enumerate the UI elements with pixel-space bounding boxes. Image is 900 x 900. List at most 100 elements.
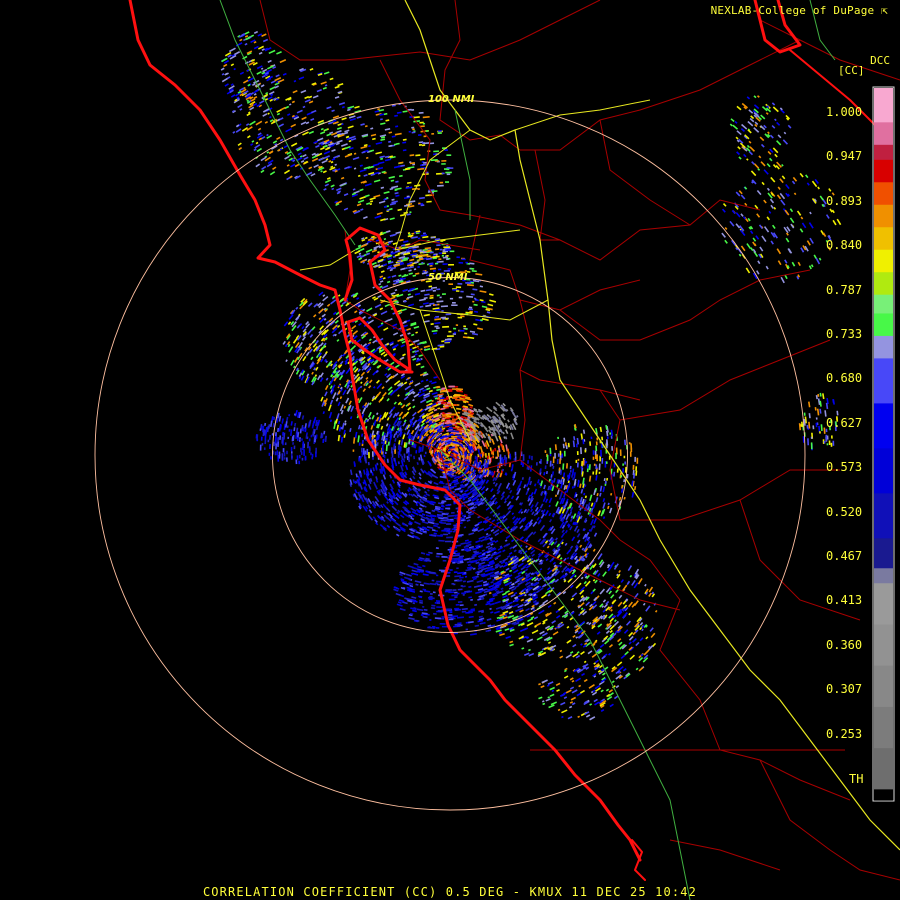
radar-echo-pixel — [441, 254, 444, 257]
radar-echo-pixel — [441, 555, 446, 558]
radar-echo-pixel — [472, 300, 475, 303]
radar-echo-pixel — [446, 523, 452, 525]
radar-echo-pixel — [292, 442, 294, 445]
radar-echo-pixel — [635, 466, 638, 471]
radar-echo-pixel — [445, 249, 451, 251]
radar-echo-pixel — [293, 445, 296, 450]
radar-echo-pixel — [411, 108, 415, 111]
radar-echo-pixel — [470, 454, 473, 457]
radar-echo-pixel — [431, 453, 433, 457]
radar-echo-pixel — [449, 297, 454, 300]
radar-echo-pixel — [441, 172, 445, 175]
radar-echo-pixel — [551, 463, 554, 466]
radar-echo-pixel — [445, 504, 450, 507]
radar-echo-pixel — [410, 454, 412, 457]
radar-echo-pixel — [453, 394, 456, 397]
radar-echo-pixel — [586, 464, 589, 469]
radar-echo-pixel — [444, 168, 448, 170]
radar-echo-pixel — [299, 437, 301, 440]
radar-echo-pixel — [504, 455, 506, 459]
radar-echo-pixel — [364, 450, 367, 455]
radar-echo-pixel — [509, 455, 512, 460]
radar-echo-pixel — [435, 574, 439, 577]
radar-echo-pixel — [539, 461, 541, 464]
radar-echo-pixel — [445, 171, 452, 174]
radar-echo-pixel — [436, 294, 440, 297]
radar-echo-pixel — [455, 324, 459, 326]
radar-echo-pixel — [456, 256, 460, 259]
radar-echo-pixel — [408, 130, 411, 133]
radar-echo-pixel — [304, 455, 307, 461]
radar-echo-pixel — [444, 149, 448, 151]
radar-echo-pixel — [514, 451, 517, 456]
radar-echo-pixel — [531, 455, 533, 461]
radar-echo-pixel — [452, 397, 458, 399]
radar-echo-pixel — [422, 122, 426, 125]
radar-echo-pixel — [485, 453, 487, 458]
radar-echo-pixel — [452, 418, 458, 421]
radar-echo-pixel — [442, 559, 447, 562]
radar-echo-pixel — [576, 462, 579, 468]
radar-echo-pixel — [522, 454, 525, 461]
radar-echo-pixel — [433, 150, 439, 153]
radar-echo-pixel — [447, 466, 450, 468]
radar-echo-pixel — [549, 460, 552, 467]
radar-echo-pixel — [430, 595, 433, 598]
radar-echo-pixel — [447, 401, 452, 404]
radar-echo-pixel — [429, 619, 432, 621]
radar-echo-pixel — [615, 452, 617, 460]
radar-echo-pixel — [421, 261, 424, 264]
radar-echo-pixel — [278, 454, 281, 459]
radar-echo-pixel — [535, 462, 538, 466]
radar-echo-pixel — [366, 448, 369, 455]
radar-echo-pixel — [415, 450, 418, 454]
radar-echo-pixel — [352, 449, 355, 452]
radar-echo-pixel — [449, 611, 453, 614]
radar-echo-pixel — [435, 248, 440, 251]
radar-echo-pixel — [440, 519, 448, 522]
radar-echo-pixel — [457, 404, 460, 406]
radar-echo-pixel — [310, 452, 312, 456]
radar-echo-pixel — [569, 465, 572, 470]
radar-echo-pixel — [274, 451, 277, 456]
radar-echo-pixel — [298, 460, 301, 465]
radar-echo-pixel — [446, 414, 450, 417]
radar-echo-pixel — [499, 457, 502, 464]
radar-echo-pixel — [552, 456, 555, 464]
radar-echo-pixel — [478, 452, 481, 456]
radar-echo-pixel — [298, 439, 301, 442]
radar-echo-pixel — [267, 439, 270, 443]
radar-echo-pixel — [310, 434, 313, 438]
radar-echo-pixel — [576, 451, 579, 456]
radar-echo-pixel — [276, 450, 279, 456]
radar-echo-pixel — [424, 451, 427, 455]
radar-echo-pixel — [456, 567, 459, 570]
radar-echo-pixel — [428, 626, 431, 629]
radar-echo-pixel — [259, 428, 262, 432]
radar-echo-pixel — [417, 237, 421, 240]
radar-echo-pixel — [600, 449, 602, 457]
radar-echo-pixel — [269, 444, 271, 450]
radar-echo-pixel — [458, 261, 464, 264]
radar-echo-pixel — [447, 338, 452, 340]
radar-echo-pixel — [448, 598, 456, 601]
radar-echo-pixel — [433, 153, 436, 156]
radar-echo-pixel — [463, 325, 467, 328]
radar-echo-pixel — [283, 457, 286, 460]
radar-echo-pixel — [278, 451, 281, 455]
radar-echo-pixel — [308, 438, 311, 442]
radar-echo-pixel — [595, 441, 598, 446]
radar-echo-pixel — [431, 625, 436, 628]
radar-echo-pixel — [287, 436, 290, 440]
radar-echo-pixel — [302, 441, 305, 445]
radar-echo-pixel — [301, 457, 304, 461]
radar-echo-pixel — [468, 453, 470, 456]
radar-echo-pixel — [282, 448, 285, 453]
radar-echo-pixel — [444, 496, 449, 499]
radar-echo-pixel — [465, 328, 468, 330]
radar-echo-pixel — [270, 456, 272, 460]
radar-echo-pixel — [448, 614, 453, 616]
radar-echo-pixel — [450, 511, 455, 514]
radar-echo-pixel — [452, 616, 455, 619]
radar-echo-pixel — [634, 456, 637, 462]
